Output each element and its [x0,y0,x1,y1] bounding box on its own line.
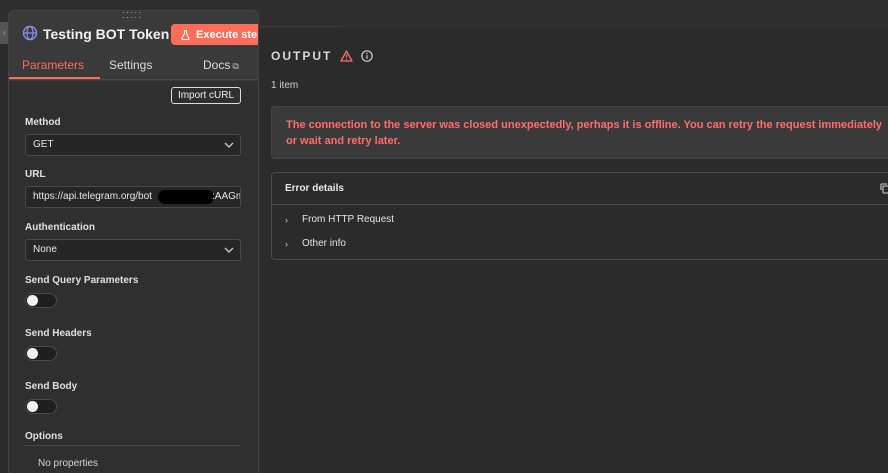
authentication-label: Authentication [25,222,95,233]
parameters-body: Import cURL Method GET URL https://api.t… [9,81,258,473]
url-value: https://api.telegram.org/bot [33,191,152,202]
send-headers-label: Send Headers [25,328,92,339]
url-value-tail: :AAGm [212,191,240,202]
panel-tabs: Parameters Settings Docs ⧉ [9,55,258,80]
execute-step-label: Execute step [196,28,258,41]
node-header: Testing BOT Token Execute step [9,21,258,51]
redacted-token-mark [158,190,214,204]
options-divider [25,445,241,446]
chevron-down-icon [224,142,234,148]
error-details-panel: Error details › From HTTP Request › Othe… [271,172,888,260]
method-select[interactable]: GET [25,134,241,156]
toggle-knob [27,295,38,306]
item-count: 1 item [271,80,299,91]
left-collapse-handle[interactable]: ‹ [0,22,9,44]
execute-step-button[interactable]: Execute step [171,24,258,45]
chevron-right-icon: › [285,238,288,249]
drag-handle[interactable]: ::::: [122,11,142,21]
send-body-toggle[interactable] [25,399,57,414]
tab-docs[interactable]: Docs ⧉ [203,58,239,72]
method-label: Method [25,117,61,128]
error-message-box: The connection to the server was closed … [271,106,888,159]
send-headers-toggle[interactable] [25,346,57,361]
tab-docs-label: Docs [203,58,231,72]
toggle-knob [27,401,38,412]
external-link-icon: ⧉ [232,61,239,71]
authentication-select[interactable]: None [25,239,241,261]
error-details-header: Error details [272,173,888,205]
import-curl-button[interactable]: Import cURL [171,87,241,104]
send-query-label: Send Query Parameters [25,275,139,286]
node-title[interactable]: Testing BOT Token [43,26,169,42]
no-properties-text: No properties [38,458,99,469]
tab-settings[interactable]: Settings [109,58,152,72]
error-message: The connection to the server was closed … [286,119,883,147]
detail-row-label: Other info [302,238,346,249]
top-divider [260,26,342,27]
info-icon[interactable] [361,50,374,62]
chevron-right-icon: › [285,214,288,225]
options-label: Options [25,431,63,442]
output-header: OUTPUT [271,47,374,65]
tab-parameters[interactable]: Parameters [22,58,84,72]
warning-icon[interactable] [340,50,353,62]
detail-row-other-info[interactable]: › Other info [285,238,346,249]
chevron-down-icon [224,247,234,253]
flask-icon [181,29,190,40]
detail-row-label: From HTTP Request [302,214,395,225]
url-input[interactable]: https://api.telegram.org/bot :AAGm [25,186,241,208]
send-query-toggle[interactable] [25,293,57,308]
error-details-title: Error details [285,183,344,194]
send-body-label: Send Body [25,381,78,392]
globe-icon [22,25,38,41]
copy-icon[interactable] [880,183,888,194]
method-value: GET [33,139,54,150]
url-label: URL [25,169,46,180]
authentication-value: None [33,244,57,255]
output-title: OUTPUT [271,49,333,63]
toggle-knob [27,348,38,359]
node-settings-panel: ::::: Testing BOT Token Execute step Par… [9,11,258,473]
detail-row-from-http-request[interactable]: › From HTTP Request [285,214,394,225]
active-tab-indicator [9,77,100,79]
